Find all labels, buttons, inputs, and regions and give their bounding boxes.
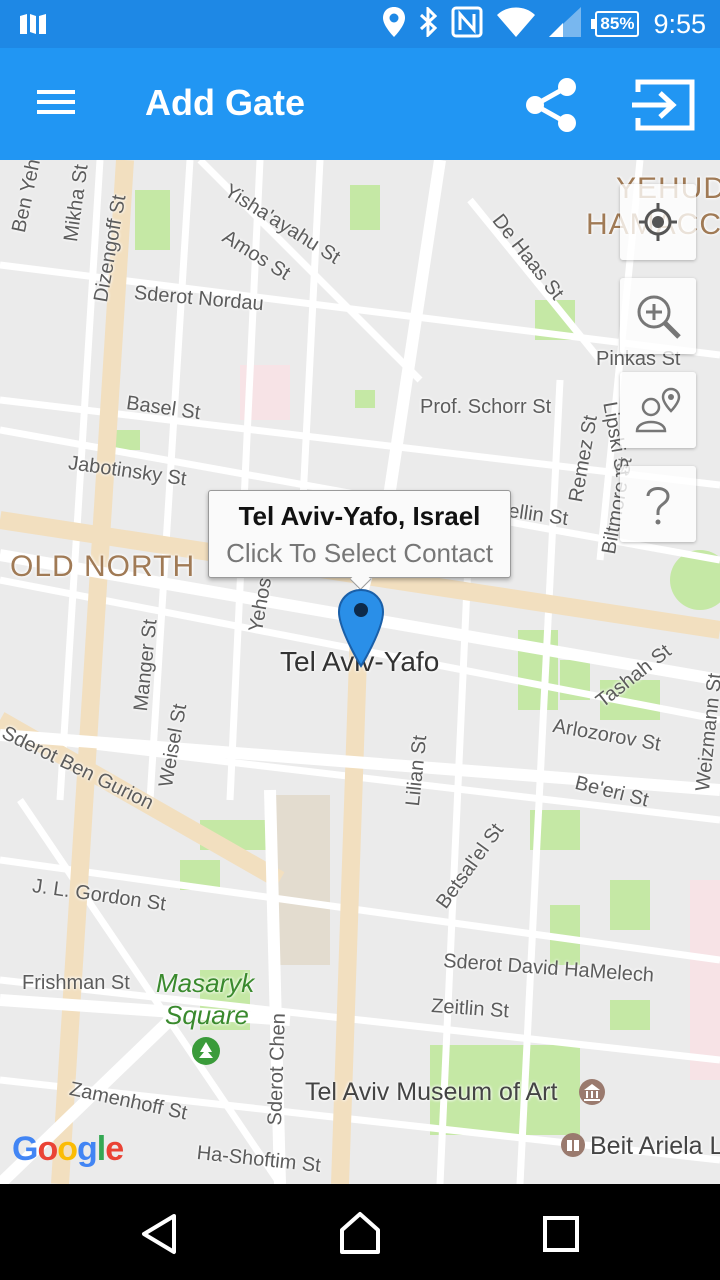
battery-icon: 85% [591, 11, 640, 37]
notification-icon [18, 12, 54, 41]
info-window-subtitle: Click To Select Contact [226, 538, 493, 568]
street-label: Prof. Schorr St [420, 396, 552, 418]
app-bar: Add Gate [0, 48, 720, 160]
museum-icon [578, 1078, 606, 1111]
library-icon [560, 1132, 586, 1163]
park-label: Square [165, 1000, 249, 1030]
contact-location-icon[interactable] [620, 372, 696, 448]
street-label: Frishman St [22, 972, 130, 994]
map-view[interactable]: Ben Yehuda St Mikha St Dizengoff St Yish… [0, 160, 720, 1184]
home-icon[interactable] [330, 1206, 390, 1262]
district-label: OLD NORTH [10, 550, 196, 583]
park-icon [191, 1036, 221, 1071]
status-bar: 85% 9:55 [0, 0, 720, 48]
share-icon[interactable] [520, 74, 582, 136]
wifi-icon [497, 7, 536, 42]
poi-label: Beit Ariela L [590, 1132, 720, 1160]
bluetooth-icon [419, 4, 438, 42]
recents-icon[interactable] [530, 1206, 590, 1262]
marker-info-window[interactable]: Tel Aviv-Yafo, Israel Click To Select Co… [208, 490, 511, 578]
back-icon[interactable] [130, 1206, 190, 1262]
exit-icon[interactable] [628, 74, 700, 136]
nfc-icon [451, 6, 483, 43]
location-icon [383, 6, 406, 42]
hamburger-menu-icon[interactable] [30, 84, 82, 124]
signal-icon [549, 6, 582, 42]
poi-label: Tel Aviv Museum of Art [305, 1078, 558, 1106]
info-window-title: Tel Aviv-Yafo, Israel [238, 501, 481, 531]
map-marker-pin-icon[interactable] [336, 588, 386, 668]
clock: 9:55 [653, 8, 706, 39]
my-location-icon[interactable] [620, 184, 696, 260]
help-icon[interactable] [620, 466, 696, 542]
zoom-icon[interactable] [620, 278, 696, 354]
page-title: Add Gate [145, 82, 306, 123]
street-label: Sderot Chen [264, 1012, 290, 1126]
system-nav-bar [0, 1184, 720, 1280]
park-label: Masaryk [156, 968, 255, 998]
google-logo: Google [12, 1130, 124, 1168]
